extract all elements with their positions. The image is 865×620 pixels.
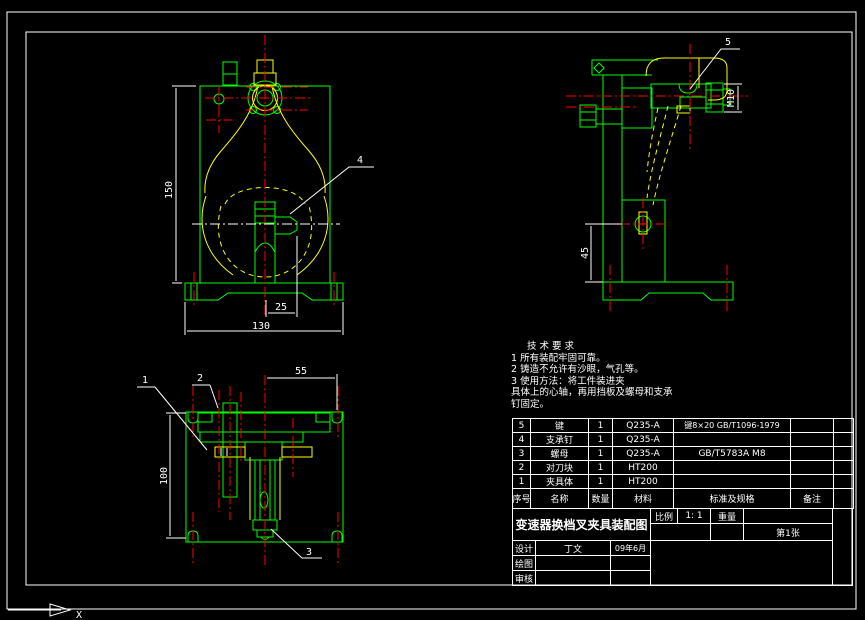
parts-cell: HT200: [613, 461, 674, 475]
company-cell: [650, 540, 833, 586]
parts-cell: [791, 419, 834, 433]
leader-1-label: 1: [142, 375, 148, 386]
axis-x-label: X: [76, 610, 82, 620]
parts-cell: 1: [589, 419, 613, 433]
scale-extra-cell: [650, 523, 711, 541]
dim-plan-width: 55: [295, 366, 307, 377]
parts-header-cell: 序号: [513, 489, 531, 509]
parts-cell: [791, 461, 834, 475]
parts-cell: 支承钉: [531, 433, 589, 447]
tech-req-line: 具体上的心轴，再用挡板及螺母和支承: [511, 387, 673, 398]
tech-req-line: 钉固定。: [511, 398, 550, 410]
parts-cell: GB/T5783A M8: [674, 447, 791, 461]
parts-list-table: 5 键 1 Q235-A 键8×20 GB/T1096-1979 4 支承钉 1 Q235-A…: [512, 418, 854, 510]
parts-cell: Q235-A: [613, 433, 674, 447]
tech-req-line: 3 使用方法：将工件装进夹: [511, 375, 625, 387]
parts-header-cell: [834, 489, 854, 509]
dim-front-width: 130: [252, 321, 270, 332]
weight-label: 重量: [710, 508, 744, 524]
front-view-centerlines: [193, 35, 335, 315]
parts-cell: Q235-A: [613, 419, 674, 433]
parts-header-cell: 材料: [613, 489, 674, 509]
parts-cell: HT200: [613, 475, 674, 489]
parts-cell: 1: [589, 475, 613, 489]
parts-cell: 1: [589, 447, 613, 461]
parts-cell: [834, 447, 854, 461]
parts-cell: 1: [589, 461, 613, 475]
parts-cell: 1: [513, 475, 531, 489]
parts-cell: [834, 419, 854, 433]
parts-cell: Q235-A: [613, 447, 674, 461]
plan-view: 55 100 1 2 3: [137, 366, 344, 565]
leader-3-label: 3: [306, 547, 312, 558]
scale-label: 比例: [650, 508, 678, 524]
technical-requirements: 技 术 要 求 1 所有装配牢固可靠。 2 铸造不允许有沙眼，气孔等。 3 使用…: [511, 341, 831, 410]
parts-cell: [791, 447, 834, 461]
parts-cell: 2: [513, 461, 531, 475]
dim-front-height: 150: [164, 181, 175, 199]
draft-name: [535, 555, 611, 571]
technical-requirements-title: 技 术 要 求: [527, 341, 575, 352]
parts-cell: 对刀块: [531, 461, 589, 475]
dim-front-slot: 25: [275, 302, 287, 313]
leader-2-label: 2: [197, 373, 203, 384]
parts-header-cell: 名称: [531, 489, 589, 509]
parts-header-cell: 备注: [791, 489, 834, 509]
side-view: 45 M10 5: [566, 37, 748, 312]
parts-cell: [791, 475, 834, 489]
scale-value: 1: 1: [677, 508, 711, 524]
parts-header-cell: 标准及规格: [674, 489, 791, 509]
leader-5-label: 5: [725, 37, 731, 48]
sheet-number: 第1张: [743, 523, 833, 541]
parts-cell: 5: [513, 419, 531, 433]
ucs-axis: X: [8, 603, 82, 620]
parts-cell: [834, 461, 854, 475]
parts-cell: 键: [531, 419, 589, 433]
leader-4-label: 4: [357, 155, 363, 166]
designer-name: 丁文: [535, 540, 611, 556]
design-date: 09年6月: [610, 540, 651, 556]
parts-cell: [674, 475, 791, 489]
audit-label: 审核: [512, 570, 536, 586]
parts-cell: [834, 433, 854, 447]
parts-cell: 4: [513, 433, 531, 447]
tech-req-line: 1 所有装配牢固可靠。: [511, 352, 606, 364]
dim-side-height: 45: [580, 247, 591, 259]
weight-extra-cell: [710, 523, 744, 541]
draft-date: [610, 555, 651, 571]
edge-column: [832, 508, 853, 586]
drawing-title: 变速器换档叉夹具装配图: [512, 508, 651, 541]
dim-plan-height: 100: [159, 467, 170, 485]
weight-value: [743, 508, 833, 524]
parts-cell: [791, 433, 834, 447]
parts-cell: 夹具体: [531, 475, 589, 489]
parts-cell: [674, 461, 791, 475]
parts-cell: 键8×20 GB/T1096-1979: [674, 419, 791, 433]
dim-side-thread: M10: [726, 89, 737, 107]
title-block: 变速器换档叉夹具装配图 比例 1: 1 重量 第1张 设计 丁文 09年6月 绘…: [512, 508, 853, 586]
draft-label: 绘图: [512, 555, 536, 571]
parts-cell: 3: [513, 447, 531, 461]
cad-drawing-sheet: X 150 25 130 4 45 M10 5 55 100 1 2 3 技 术…: [0, 0, 865, 620]
parts-cell: 1: [589, 433, 613, 447]
parts-header-cell: 数量: [589, 489, 613, 509]
audit-name: [535, 570, 611, 586]
design-label: 设计: [512, 540, 536, 556]
tech-req-line: 2 铸造不允许有沙眼，气孔等。: [511, 364, 644, 375]
parts-cell: [834, 475, 854, 489]
front-view: 150 25 130 4: [164, 35, 374, 335]
parts-cell: 螺母: [531, 447, 589, 461]
audit-date: [610, 570, 651, 586]
parts-cell: [674, 433, 791, 447]
